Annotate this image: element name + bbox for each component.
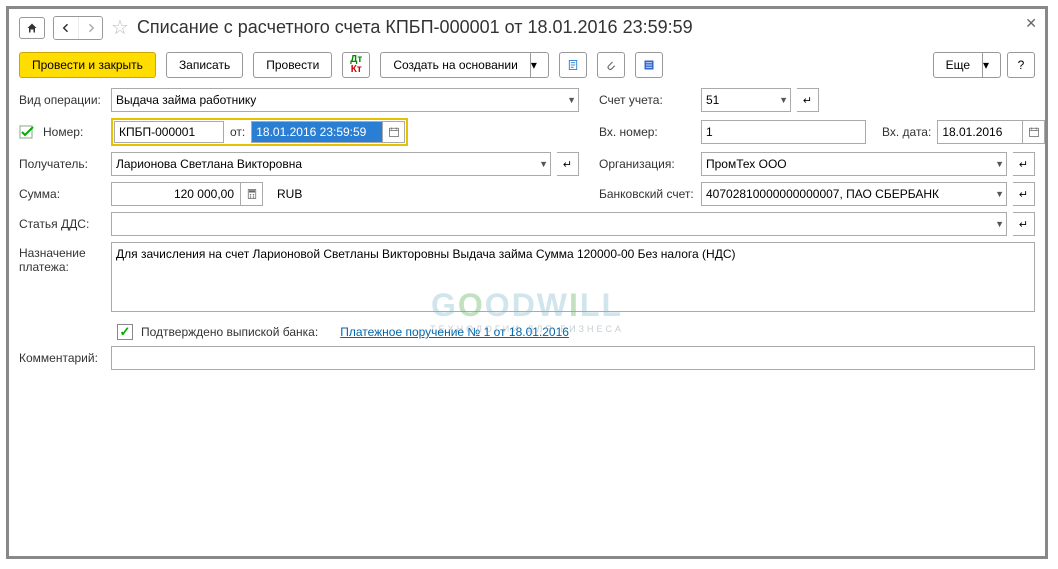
op-type-select[interactable]: Выдача займа работнику ▼ (111, 88, 579, 112)
home-button[interactable] (19, 17, 45, 39)
org-open-button[interactable]: ↵ (1013, 152, 1035, 176)
recipient-label: Получатель: (19, 157, 105, 171)
chevron-down-icon: ▼ (567, 95, 576, 105)
chevron-down-icon: ▼ (995, 189, 1004, 199)
comment-label: Комментарий: (19, 351, 105, 365)
more-button[interactable]: Еще (933, 52, 983, 78)
chevron-down-icon: ▼ (539, 159, 548, 169)
in-number-input[interactable] (701, 120, 866, 144)
from-label: от: (230, 125, 245, 139)
in-date-label: Вх. дата: (882, 125, 931, 139)
dds-label: Статья ДДС: (19, 217, 105, 231)
calendar-icon (388, 126, 400, 138)
attach-button[interactable] (597, 52, 625, 78)
chevron-down-icon: ▼ (995, 219, 1004, 229)
home-icon (26, 22, 38, 34)
amount-calc-button[interactable] (241, 182, 263, 206)
account-open-button[interactable]: ↵ (797, 88, 819, 112)
purpose-label: Назначение платежа: (19, 242, 105, 274)
recipient-select[interactable]: Ларионова Светлана Викторовна ▼ (111, 152, 551, 176)
number-input[interactable] (114, 121, 224, 143)
number-label: Номер: (43, 125, 105, 139)
paperclip-icon (605, 59, 617, 71)
forward-button[interactable] (78, 17, 102, 39)
calendar-button[interactable] (383, 121, 405, 143)
recipient-value: Ларионова Светлана Викторовна (116, 157, 302, 171)
bank-acc-value: 40702810000000000007, ПАО СБЕРБАНК (706, 187, 939, 201)
org-select[interactable]: ПромТех ООО ▼ (701, 152, 1007, 176)
org-label: Организация: (599, 157, 695, 171)
dds-open-button[interactable]: ↵ (1013, 212, 1035, 236)
more-dropdown[interactable]: ▾ (983, 52, 1001, 78)
amount-label: Сумма: (19, 187, 105, 201)
amount-input[interactable] (111, 182, 241, 206)
list-icon (643, 59, 655, 71)
page-title: Списание с расчетного счета КПБП-000001 … (137, 17, 693, 38)
favorite-star-icon[interactable]: ☆ (111, 15, 129, 40)
doc-status-icon (19, 125, 37, 139)
help-button[interactable]: ? (1007, 52, 1035, 78)
bank-acc-label: Банковский счет: (599, 187, 695, 201)
confirmed-checkbox[interactable]: ✓ (117, 324, 133, 340)
dds-select[interactable]: ▼ (111, 212, 1007, 236)
list-button[interactable] (635, 52, 663, 78)
account-label: Счет учета: (599, 93, 695, 107)
op-type-label: Вид операции: (19, 93, 105, 107)
recipient-open-button[interactable]: ↵ (557, 152, 579, 176)
chevron-down-icon: ▼ (779, 95, 788, 105)
bank-acc-select[interactable]: 40702810000000000007, ПАО СБЕРБАНК ▼ (701, 182, 1007, 206)
document-button[interactable] (559, 52, 587, 78)
confirmed-label: Подтверждено выпиской банка: (141, 325, 318, 339)
create-based-button[interactable]: Создать на основании (380, 52, 531, 78)
post-button[interactable]: Провести (253, 52, 332, 78)
currency-text: RUB (277, 187, 302, 201)
payment-order-link[interactable]: Платежное поручение № 1 от 18.01.2016 (340, 325, 569, 339)
in-number-label: Вх. номер: (599, 125, 695, 139)
date-input[interactable] (251, 121, 383, 143)
dt-kt-button[interactable]: ДтКт (342, 52, 370, 78)
org-value: ПромТех ООО (706, 157, 787, 171)
calculator-icon (246, 188, 258, 200)
chevron-down-icon: ▼ (995, 159, 1004, 169)
in-date-calendar-button[interactable] (1023, 120, 1045, 144)
save-button[interactable]: Записать (166, 52, 243, 78)
arrow-left-icon (60, 22, 72, 34)
close-button[interactable]: ✕ (1025, 15, 1037, 32)
comment-input[interactable] (111, 346, 1035, 370)
bank-acc-open-button[interactable]: ↵ (1013, 182, 1035, 206)
kt-icon: Кт (351, 64, 362, 75)
in-date-input[interactable] (937, 120, 1023, 144)
create-based-dropdown[interactable]: ▾ (531, 52, 549, 78)
op-type-value: Выдача займа работнику (116, 93, 256, 107)
arrow-right-icon (85, 22, 97, 34)
post-and-close-button[interactable]: Провести и закрыть (19, 52, 156, 78)
document-icon (567, 59, 579, 71)
purpose-textarea[interactable]: Для зачисления на счет Ларионовой Светла… (111, 242, 1035, 312)
account-select[interactable]: 51 ▼ (701, 88, 791, 112)
calendar-icon (1028, 126, 1040, 138)
back-button[interactable] (54, 17, 78, 39)
account-value: 51 (706, 93, 719, 107)
